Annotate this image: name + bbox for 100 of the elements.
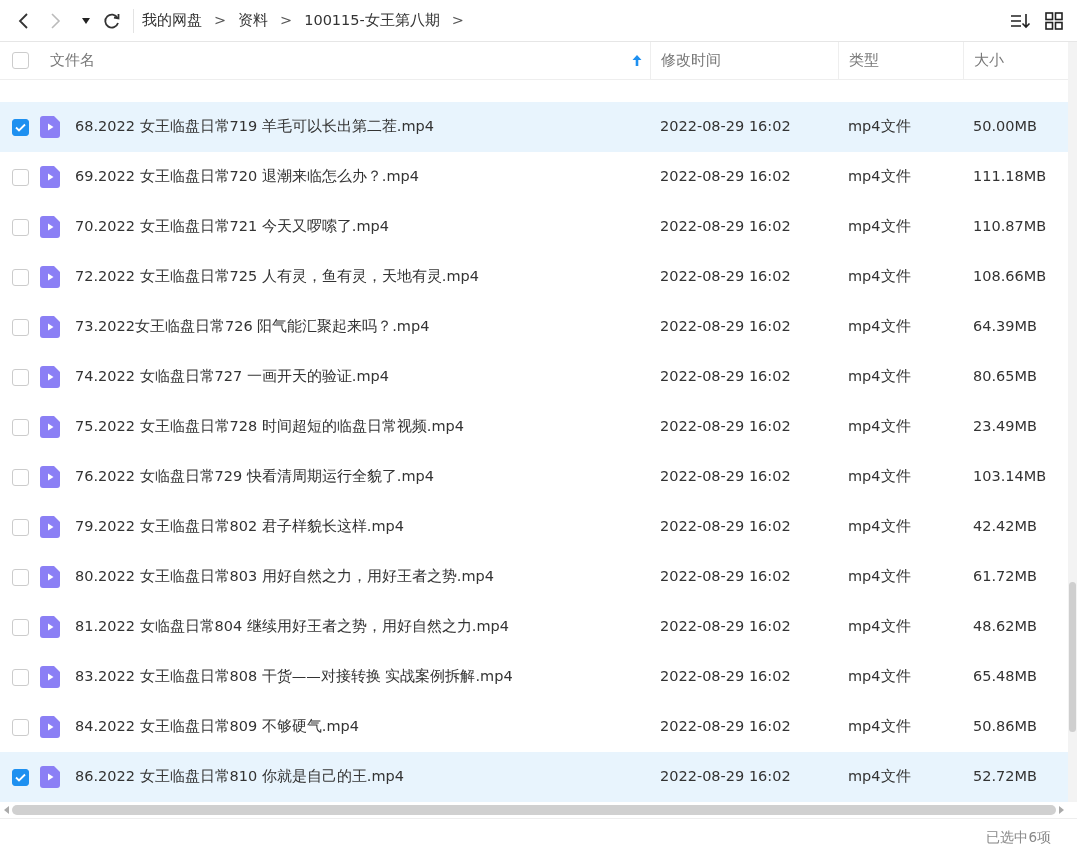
vertical-scrollbar[interactable] <box>1068 42 1077 802</box>
row-checkbox[interactable] <box>11 468 29 486</box>
file-type: mp4文件 <box>847 417 912 437</box>
file-size: 80.65MB <box>972 367 1038 387</box>
video-file-icon <box>40 266 60 288</box>
video-file-icon <box>40 116 60 138</box>
video-file-icon <box>40 466 60 488</box>
video-file-icon <box>40 766 60 788</box>
file-type: mp4文件 <box>847 617 912 637</box>
file-row[interactable]: 86.2022 女王临盘日常810 你就是自己的王.mp4 2022-08-29 16:02 mp4文件 52.72MB <box>0 752 1068 802</box>
modified-time: 2022-08-29 16:02 <box>659 317 792 337</box>
file-row[interactable]: 74.2022 女临盘日常727 一画开天的验证.mp4 2022-08-29 16:02 mp4文件 80.65MB <box>0 352 1068 402</box>
file-size: 108.66MB <box>972 267 1048 287</box>
file-size: 64.39MB <box>972 317 1038 337</box>
column-header[interactable]: 文件名 <box>50 49 95 72</box>
breadcrumb-separator: > <box>280 10 293 30</box>
row-checkbox[interactable] <box>11 668 29 686</box>
file-type: mp4文件 <box>847 367 912 387</box>
file-row[interactable]: 79.2022 女王临盘日常802 君子样貌长这样.mp4 2022-08-29 16:02 mp4文件 42.42MB <box>0 502 1068 552</box>
file-type: mp4文件 <box>847 267 912 287</box>
file-name: 86.2022 女王临盘日常810 你就是自己的王.mp4 <box>75 767 405 787</box>
file-name: 79.2022 女王临盘日常802 君子样貌长这样.mp4 <box>75 517 405 537</box>
file-name: 84.2022 女王临盘日常809 不够硬气.mp4 <box>75 717 360 737</box>
file-name: 72.2022 女王临盘日常725 人有灵，鱼有灵，天地有灵.mp4 <box>75 267 480 287</box>
file-row[interactable]: 81.2022 女临盘日常804 继续用好王者之势，用好自然之力.mp4 2022-08-29 16:02 mp4文件 48.62MB <box>0 602 1068 652</box>
breadcrumb-link[interactable]: 我的网盘 <box>141 9 202 32</box>
video-file-icon <box>40 166 60 188</box>
column-header[interactable]: 修改时间 <box>661 49 721 72</box>
modified-time: 2022-08-29 16:02 <box>659 167 792 187</box>
file-size: 50.86MB <box>972 717 1038 737</box>
select-all-checkbox[interactable] <box>11 52 29 69</box>
scroll-left-icon[interactable] <box>3 806 9 814</box>
file-name: 76.2022 女临盘日常729 快看清周期运行全貌了.mp4 <box>75 467 435 487</box>
breadcrumb-separator: > <box>451 10 464 30</box>
row-checkbox[interactable] <box>11 618 29 636</box>
checkmark-icon <box>14 772 26 782</box>
file-size: 48.62MB <box>972 617 1038 637</box>
video-file-icon <box>40 616 60 638</box>
video-file-icon <box>40 366 60 388</box>
row-checkbox[interactable] <box>11 218 29 236</box>
breadcrumb-separator: > <box>213 10 227 30</box>
file-row[interactable]: 72.2022 女王临盘日常725 人有灵，鱼有灵，天地有灵.mp4 2022-08-29 16:02 mp4文件 108.66MB <box>0 252 1068 302</box>
row-checkbox[interactable] <box>11 168 29 186</box>
file-row[interactable]: 75.2022 女王临盘日常728 时间超短的临盘日常视频.mp4 2022-08-29 16:02 mp4文件 23.49MB <box>0 402 1068 452</box>
row-checkbox[interactable] <box>11 118 29 136</box>
file-type: mp4文件 <box>847 717 912 737</box>
file-type: mp4文件 <box>847 317 912 337</box>
modified-time: 2022-08-29 16:02 <box>659 617 792 637</box>
row-checkbox[interactable] <box>11 568 29 586</box>
row-checkbox[interactable] <box>11 718 29 736</box>
video-file-icon <box>40 316 60 338</box>
breadcrumb-link[interactable]: 100115-女王第八期 <box>304 9 440 32</box>
row-checkbox[interactable] <box>11 318 29 336</box>
grid-icon <box>1045 11 1063 30</box>
file-name: 69.2022 女王临盘日常720 退潮来临怎么办？.mp4 <box>75 167 420 187</box>
refresh-icon <box>102 11 121 30</box>
sort-icon <box>1009 11 1032 30</box>
file-name: 73.2022女王临盘日常726 阳气能汇聚起来吗？.mp4 <box>75 317 430 337</box>
modified-time: 2022-08-29 16:02 <box>659 517 792 537</box>
file-name: 83.2022 女王临盘日常808 干货——对接转换 实战案例拆解.mp4 <box>75 667 513 687</box>
video-file-icon <box>40 516 60 538</box>
file-name: 80.2022 女王临盘日常803 用好自然之力，用好王者之势.mp4 <box>75 567 495 587</box>
modified-time: 2022-08-29 16:02 <box>659 217 792 237</box>
row-checkbox[interactable] <box>11 418 29 436</box>
file-size: 42.42MB <box>972 517 1038 537</box>
row-checkbox[interactable] <box>11 518 29 536</box>
column-header[interactable]: 大小 <box>974 49 1004 72</box>
breadcrumb-link[interactable]: 资料 <box>238 9 269 32</box>
file-type: mp4文件 <box>847 217 912 237</box>
modified-time: 2022-08-29 16:02 <box>659 467 792 487</box>
modified-time: 2022-08-29 16:02 <box>659 567 792 587</box>
modified-time: 2022-08-29 16:02 <box>659 667 792 687</box>
modified-time: 2022-08-29 16:02 <box>659 367 792 387</box>
file-name: 75.2022 女王临盘日常728 时间超短的临盘日常视频.mp4 <box>75 417 465 437</box>
file-row[interactable]: 69.2022 女王临盘日常720 退潮来临怎么办？.mp4 2022-08-29 16:02 mp4文件 111.18MB <box>0 152 1068 202</box>
file-type: mp4文件 <box>847 767 912 787</box>
video-file-icon <box>40 716 60 738</box>
row-checkbox[interactable] <box>11 768 29 786</box>
selection-count: 已选中6项 <box>986 828 1051 848</box>
file-type: mp4文件 <box>847 117 912 137</box>
file-row[interactable]: 80.2022 女王临盘日常803 用好自然之力，用好王者之势.mp4 2022-08-29 16:02 mp4文件 61.72MB <box>0 552 1068 602</box>
file-size: 111.18MB <box>972 167 1048 187</box>
row-checkbox[interactable] <box>11 368 29 386</box>
file-row[interactable]: 73.2022女王临盘日常726 阳气能汇聚起来吗？.mp4 2022-08-29 16:02 mp4文件 64.39MB <box>0 302 1068 352</box>
file-name: 81.2022 女临盘日常804 继续用好王者之势，用好自然之力.mp4 <box>75 617 510 637</box>
video-file-icon <box>40 416 60 438</box>
file-row[interactable]: 68.2022 女王临盘日常719 羊毛可以长出第二茬.mp4 2022-08-29 16:02 mp4文件 50.00MB <box>0 102 1068 152</box>
video-file-icon <box>40 666 60 688</box>
scroll-right-icon[interactable] <box>1059 806 1065 814</box>
file-row[interactable]: 76.2022 女临盘日常729 快看清周期运行全貌了.mp4 2022-08-29 16:02 mp4文件 103.14MB <box>0 452 1068 502</box>
modified-time: 2022-08-29 16:02 <box>659 117 792 137</box>
modified-time: 2022-08-29 16:02 <box>659 717 792 737</box>
column-header[interactable]: 类型 <box>849 49 879 72</box>
modified-time: 2022-08-29 16:02 <box>659 267 792 287</box>
file-size: 23.49MB <box>972 417 1038 437</box>
file-row[interactable]: 84.2022 女王临盘日常809 不够硬气.mp4 2022-08-29 16:02 mp4文件 50.86MB <box>0 702 1068 752</box>
file-row[interactable]: 70.2022 女王临盘日常721 今天又啰嗦了.mp4 2022-08-29 16:02 mp4文件 110.87MB <box>0 202 1068 252</box>
row-checkbox[interactable] <box>11 268 29 286</box>
file-size: 50.00MB <box>972 117 1038 137</box>
file-row[interactable]: 83.2022 女王临盘日常808 干货——对接转换 实战案例拆解.mp4 2022-08-29 16:02 mp4文件 65.48MB <box>0 652 1068 702</box>
